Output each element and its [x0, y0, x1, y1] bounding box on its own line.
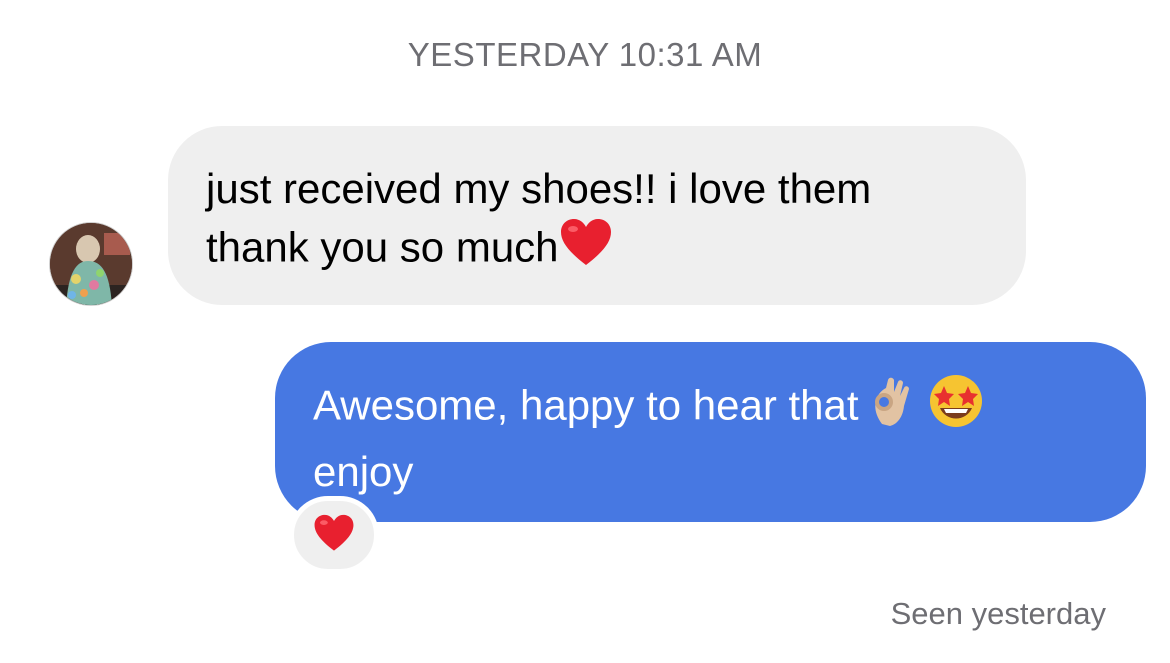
star-struck-icon [928, 374, 984, 443]
heart-icon [559, 218, 613, 283]
heart-reaction-badge[interactable] [289, 496, 379, 574]
outgoing-message-line1: Awesome, happy to hear that [313, 381, 859, 429]
read-receipt: Seen yesterday [890, 596, 1106, 631]
outgoing-message-text: Awesome, happy to hear that enjoy [313, 374, 1108, 501]
conversation-timestamp: YESTERDAY 10:31 AM [407, 36, 763, 73]
outgoing-message-line2: enjoy [313, 448, 414, 495]
ok-hand-icon [870, 376, 916, 441]
incoming-message-text: just received my shoes!! i love them tha… [206, 160, 988, 283]
incoming-message-body: just received my shoes!! i love them tha… [206, 165, 872, 271]
sender-avatar[interactable] [49, 222, 133, 306]
outgoing-message-bubble[interactable]: Awesome, happy to hear that enjoy [275, 342, 1146, 522]
incoming-message-bubble[interactable]: just received my shoes!! i love them tha… [168, 126, 1026, 305]
avatar-photo [50, 223, 132, 305]
heart-icon [313, 514, 355, 557]
